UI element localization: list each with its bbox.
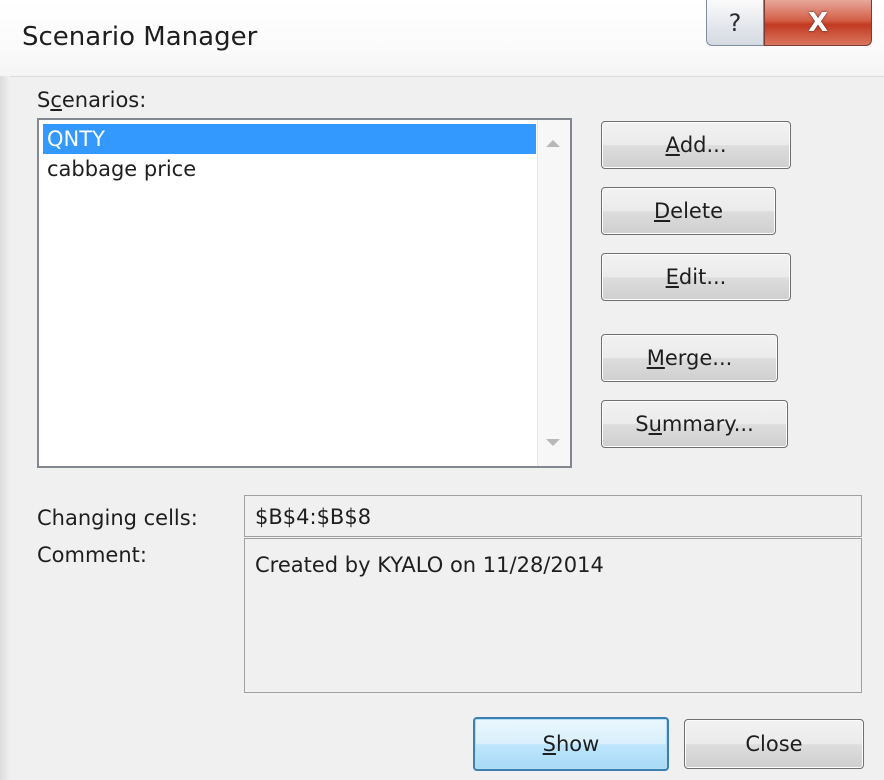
edit-button[interactable]: Edit...	[601, 253, 791, 301]
comment-value: Created by KYALO on 11/28/2014	[255, 553, 604, 577]
merge-button-accesskey: M	[646, 346, 665, 370]
show-button-label-part: how	[556, 732, 600, 756]
add-button-label-part: dd...	[679, 133, 727, 157]
comment-field: Created by KYALO on 11/28/2014	[244, 538, 862, 693]
scenarios-label-accesskey: c	[50, 88, 62, 112]
edit-button-label-part: dit...	[678, 265, 727, 289]
summary-button-label-part: mmary...	[661, 412, 754, 436]
delete-button-label-part: elete	[670, 199, 723, 223]
scenarios-label-part: S	[37, 88, 51, 112]
scenario-manager-dialog: Scenario Manager ? X Scenarios: QNTY cab…	[0, 0, 884, 780]
scenarios-label-part: enarios:	[61, 88, 147, 112]
title-bar[interactable]: Scenario Manager ? X	[0, 0, 884, 77]
changing-cells-label: Changing cells:	[37, 506, 198, 530]
scenarios-label: Scenarios:	[37, 88, 146, 112]
changing-cells-value: $B$4:$B$8	[255, 505, 372, 529]
edit-button-accesskey: E	[665, 265, 679, 289]
delete-button-accesskey: D	[654, 199, 671, 223]
add-button[interactable]: Add...	[601, 121, 791, 169]
scroll-up-arrow-icon[interactable]	[546, 140, 560, 147]
summary-button[interactable]: Su mmary...	[601, 400, 788, 448]
merge-button-label-part: erge...	[664, 346, 733, 370]
scenarios-list-items: QNTY cabbage price	[43, 124, 536, 184]
summary-button-label-part: S	[635, 412, 649, 436]
list-item-qnty[interactable]: QNTY	[43, 124, 536, 154]
list-scrollbar[interactable]	[537, 120, 570, 466]
close-icon: X	[807, 7, 829, 38]
changing-cells-field: $B$4:$B$8	[244, 495, 862, 537]
merge-button[interactable]: Merge...	[601, 334, 778, 382]
delete-button[interactable]: Delete	[601, 187, 776, 235]
scroll-down-arrow-icon[interactable]	[546, 439, 560, 446]
show-button[interactable]: Show	[473, 717, 669, 771]
summary-button-accesskey: u	[648, 412, 662, 436]
show-button-accesskey: S	[542, 732, 556, 756]
left-edge-shadow	[0, 76, 10, 780]
scenarios-listbox[interactable]: QNTY cabbage price	[37, 118, 572, 468]
add-button-accesskey: A	[665, 133, 680, 157]
help-button[interactable]: ?	[706, 0, 764, 46]
window-close-button[interactable]: X	[764, 0, 872, 46]
help-icon: ?	[728, 8, 742, 37]
close-button[interactable]: Close	[684, 719, 864, 769]
window-title: Scenario Manager	[22, 22, 258, 52]
comment-label: Comment:	[37, 543, 147, 567]
list-item-cabbage-price[interactable]: cabbage price	[43, 154, 536, 184]
